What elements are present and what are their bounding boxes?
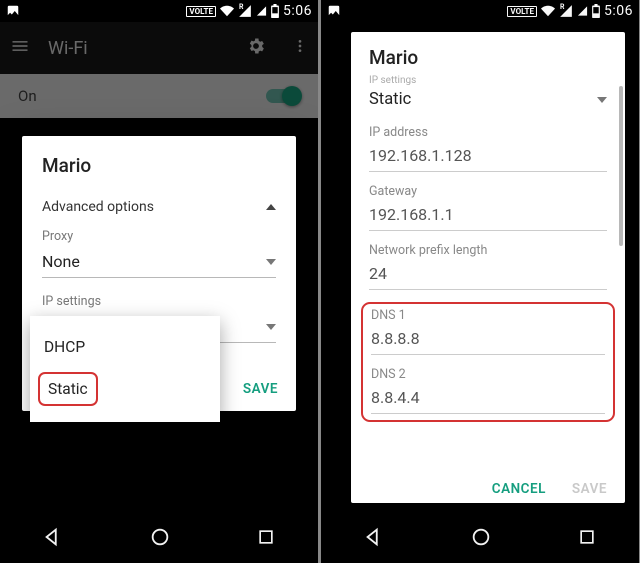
back-button[interactable] bbox=[363, 526, 385, 552]
battery-icon bbox=[592, 4, 600, 18]
proxy-select[interactable]: None bbox=[42, 248, 276, 278]
dropdown-option-static[interactable]: Static bbox=[38, 372, 98, 406]
dialog-actions: CANCEL SAVE bbox=[351, 471, 625, 503]
volte-badge: VOLTE bbox=[186, 6, 216, 17]
dialog-title: Mario bbox=[42, 154, 276, 177]
signal-icon-2 bbox=[577, 4, 588, 18]
signal-icon-2 bbox=[256, 4, 267, 18]
chevron-up-icon bbox=[266, 204, 276, 210]
phone-left: VOLTE R 5:06 Wi-Fi On Mario Advanced opt… bbox=[0, 0, 318, 563]
back-button[interactable] bbox=[42, 526, 64, 552]
wifi-icon bbox=[541, 4, 555, 18]
gateway-label: Gateway bbox=[369, 184, 607, 199]
advanced-options-label: Advanced options bbox=[42, 199, 266, 215]
scrollbar-thumb[interactable] bbox=[619, 86, 623, 246]
proxy-label: Proxy bbox=[42, 229, 276, 244]
ip-settings-select[interactable]: Static bbox=[369, 86, 607, 125]
status-bar: VOLTE R 5:06 bbox=[0, 0, 318, 22]
dns1-label: DNS 1 bbox=[371, 308, 605, 323]
volte-badge: VOLTE bbox=[507, 6, 537, 17]
nav-bar bbox=[0, 515, 318, 563]
status-bar: VOLTE R 5:06 bbox=[321, 0, 639, 22]
signal-icon: R bbox=[238, 4, 252, 18]
dns1-input[interactable]: 8.8.8.8 bbox=[371, 325, 605, 355]
advanced-options-row[interactable]: Advanced options bbox=[42, 199, 276, 215]
ip-settings-label: IP settings bbox=[369, 75, 607, 86]
status-clock: 5:06 bbox=[283, 3, 312, 19]
chevron-down-icon bbox=[266, 324, 276, 330]
signal-icon: R bbox=[559, 4, 573, 18]
dns-highlight: DNS 1 8.8.8.8 DNS 2 8.8.4.4 bbox=[361, 302, 615, 422]
wifi-icon bbox=[220, 4, 234, 18]
dns2-label: DNS 2 bbox=[371, 367, 605, 382]
prefix-label: Network prefix length bbox=[369, 243, 607, 258]
chevron-down-icon bbox=[597, 97, 607, 103]
cancel-button[interactable]: CANCEL bbox=[492, 481, 546, 497]
wifi-network-dialog: Mario IP settings Static IP address 192.… bbox=[351, 32, 625, 503]
dns2-input[interactable]: 8.8.4.4 bbox=[371, 384, 605, 414]
nav-bar bbox=[321, 515, 639, 563]
ip-address-input[interactable]: 192.168.1.128 bbox=[369, 142, 607, 172]
save-button[interactable]: SAVE bbox=[572, 481, 607, 497]
home-button[interactable] bbox=[470, 526, 492, 552]
ip-address-label: IP address bbox=[369, 125, 607, 140]
prefix-input[interactable]: 24 bbox=[369, 260, 607, 290]
ip-settings-dropdown: DHCP Static bbox=[30, 316, 220, 422]
save-button[interactable]: SAVE bbox=[243, 381, 278, 397]
battery-icon bbox=[271, 4, 279, 18]
dialog-title: Mario bbox=[369, 46, 607, 69]
home-button[interactable] bbox=[149, 526, 171, 552]
screenshot-icon bbox=[327, 4, 341, 18]
gateway-input[interactable]: 192.168.1.1 bbox=[369, 201, 607, 231]
chevron-down-icon bbox=[266, 259, 276, 265]
screenshot-icon bbox=[6, 4, 20, 18]
ip-settings-label: IP settings bbox=[42, 294, 276, 309]
recent-button[interactable] bbox=[256, 527, 276, 551]
recent-button[interactable] bbox=[577, 527, 597, 551]
status-clock: 5:06 bbox=[604, 3, 633, 19]
phone-right: VOLTE R 5:06 Mario IP settings Static IP… bbox=[321, 0, 639, 563]
dropdown-option-dhcp[interactable]: DHCP bbox=[30, 326, 220, 368]
